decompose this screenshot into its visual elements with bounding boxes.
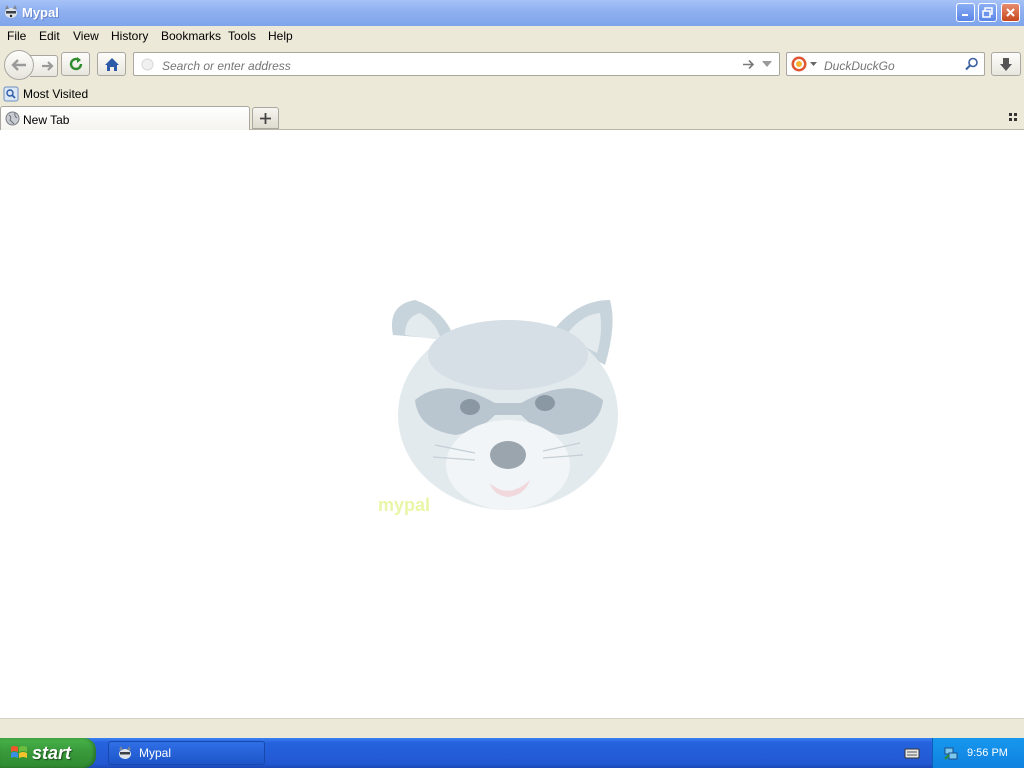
forward-button[interactable] [30,55,58,77]
home-button[interactable] [97,52,126,76]
menu-file[interactable]: File [7,29,26,43]
go-arrow-icon[interactable] [742,58,756,71]
menu-edit[interactable]: Edit [39,29,60,43]
tab-strip: New Tab [0,105,1024,131]
minimize-button[interactable] [956,3,975,22]
raccoon-app-icon [5,5,17,18]
minimize-icon [962,14,968,16]
download-arrow-icon [1000,57,1012,71]
bookmark-most-visited[interactable]: Most Visited [3,86,88,102]
back-forward-group [4,50,58,80]
plus-icon [260,112,271,124]
menu-history[interactable]: History [111,29,148,43]
bookmarks-toolbar: Most Visited [0,84,1024,105]
keyboard-icon[interactable] [904,746,920,760]
menu-help[interactable]: Help [268,29,293,43]
reload-icon [69,57,82,71]
globe-icon [5,111,20,126]
close-icon [1006,8,1015,17]
magnifier-icon[interactable] [965,57,979,71]
status-bar [0,718,1024,738]
page-identity-icon [141,58,154,71]
tab-new-tab[interactable]: New Tab [0,106,250,131]
downloads-button[interactable] [991,52,1021,76]
page-content: mypal [0,130,1024,718]
new-tab-button[interactable] [252,107,279,129]
window-titlebar[interactable]: Mypal [0,0,1024,26]
menu-tools[interactable]: Tools [228,29,256,43]
tab-groups-grid-icon[interactable] [1009,113,1018,122]
windows-logo-icon [11,746,27,758]
forward-arrow-icon [41,61,54,71]
menu-view[interactable]: View [73,29,99,43]
search-input[interactable] [822,57,961,74]
reload-button[interactable] [61,52,90,76]
menu-bookmarks[interactable]: Bookmarks [161,29,221,43]
address-input[interactable] [160,57,724,74]
back-button[interactable] [4,50,34,80]
start-label: start [32,742,72,763]
close-button[interactable] [1001,3,1020,22]
engine-dropdown-icon[interactable] [810,62,817,67]
restore-icon [982,7,993,18]
system-tray: 9:56 PM [932,738,1024,768]
duckduckgo-engine-icon[interactable] [791,56,807,72]
taskbar-item-label: Mypal [139,746,172,760]
history-dropdown-icon[interactable] [762,61,772,68]
raccoon-mascot-watermark: mypal [378,300,618,515]
search-bar[interactable] [786,52,985,76]
navigation-toolbar [0,46,1024,84]
tab-label: New Tab [23,113,70,127]
start-button[interactable]: start [0,738,96,768]
restore-button[interactable] [978,3,997,22]
menu-bar: File Edit View History Bookmarks Tools H… [0,26,1024,46]
back-arrow-icon [11,59,26,71]
most-visited-folder-icon [3,86,19,102]
address-bar[interactable] [133,52,780,76]
raccoon-taskbar-icon [119,746,131,759]
home-icon [104,57,119,71]
clock[interactable]: 9:56 PM [967,747,1008,759]
windows-taskbar: start Mypal 9:56 PM [0,738,1024,768]
taskbar-item-mypal[interactable]: Mypal [108,741,265,765]
mypal-logo-text: mypal [378,495,430,515]
bookmark-label: Most Visited [23,87,89,101]
window-title: Mypal [22,5,59,20]
network-icon[interactable] [943,745,959,761]
